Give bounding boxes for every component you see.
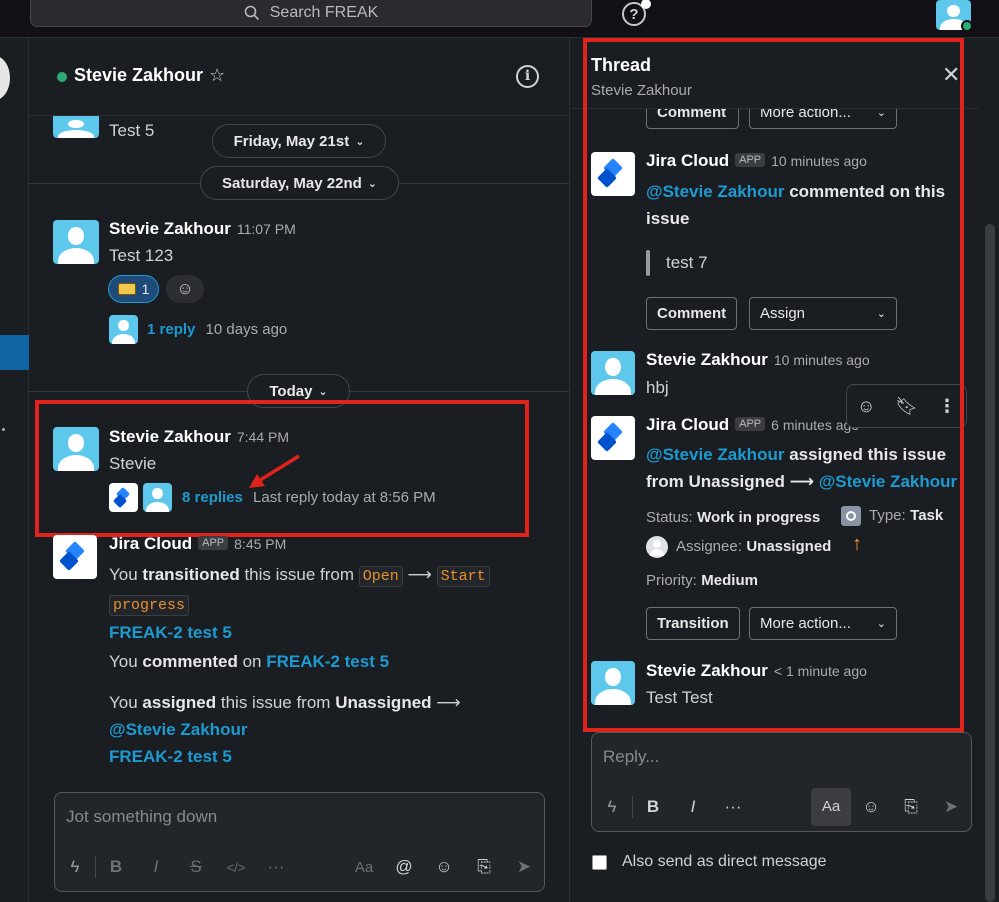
reply-count-link[interactable]: 1 reply <box>147 321 195 338</box>
shortcuts-icon[interactable]: ϟ <box>592 797 632 817</box>
add-reaction-button[interactable]: ☺ <box>166 275 204 303</box>
message-text: Test 123 <box>109 246 174 265</box>
more-formatting-icon[interactable]: ··· <box>256 857 296 877</box>
shortcuts-icon[interactable]: ϟ <box>55 857 95 877</box>
sender-name[interactable]: Stevie Zakhour <box>109 219 231 238</box>
search-placeholder: Search FREAK <box>269 4 379 21</box>
reaction-count: 1 <box>141 281 150 297</box>
channel-header: Stevie Zakhour ☆ i <box>29 38 569 116</box>
timestamp[interactable]: 8:45 PM <box>234 536 286 552</box>
date-label: Saturday, May 22nd <box>222 174 362 192</box>
issue-link[interactable]: FREAK-2 test 5 <box>266 652 389 671</box>
issue-link[interactable]: FREAK-2 test 5 <box>109 623 232 642</box>
date-label: Friday, May 21st <box>233 132 350 150</box>
bold-icon[interactable]: B <box>96 857 136 877</box>
channel-pane: Stevie Zakhour ☆ i Test 5 Friday, May 21… <box>29 38 570 902</box>
also-send-label[interactable]: Also send as direct message <box>622 853 827 871</box>
chevron-down-icon: ⌄ <box>367 177 377 190</box>
attachment-icon[interactable]: ⎘ <box>464 857 504 877</box>
composer-toolbar: ϟ B I ··· Aa ☺ ⎘ ➤ <box>592 783 971 831</box>
avatar <box>109 315 138 344</box>
annotation-highlight-box <box>583 38 964 732</box>
channel-title[interactable]: Stevie Zakhour <box>74 65 203 86</box>
avatar[interactable] <box>53 116 99 138</box>
text-part: on <box>242 652 262 671</box>
message-composer[interactable]: Jot something down ϟ B I S </> ··· Aa @ … <box>54 792 545 892</box>
strikethrough-icon[interactable]: S <box>176 857 216 877</box>
more-formatting-icon[interactable]: ··· <box>713 797 753 817</box>
sidebar-selected-item[interactable] <box>0 335 29 370</box>
jira-logo-icon[interactable] <box>53 535 97 579</box>
formatting-toggle-icon[interactable]: Aa <box>811 788 851 826</box>
text-part: this issue from <box>220 693 331 712</box>
text-part: Unassigned <box>335 693 432 712</box>
add-emoji-icon: ☺ <box>176 279 194 298</box>
reply-placeholder: Reply... <box>603 747 660 766</box>
annotation-highlight-box <box>35 400 529 537</box>
date-pill[interactable]: Saturday, May 22nd ⌄ <box>200 166 399 200</box>
reply-composer[interactable]: Reply... ϟ B I ··· Aa ☺ ⎘ ➤ <box>591 732 972 832</box>
top-bar: Search FREAK ? <box>0 0 999 38</box>
search-bar[interactable]: Search FREAK <box>30 0 592 27</box>
app-badge: APP <box>198 536 229 550</box>
message-text: You commented on FREAK-2 test 5 <box>109 652 389 672</box>
notification-dot <box>641 0 651 9</box>
scrollbar-thumb[interactable] <box>985 224 995 902</box>
text-part: this issue from <box>244 565 355 584</box>
avatar[interactable] <box>53 220 99 264</box>
search-icon <box>244 5 259 21</box>
italic-icon[interactable]: I <box>673 797 713 817</box>
star-icon[interactable]: ☆ <box>209 65 225 86</box>
attachment-icon[interactable]: ⎘ <box>891 797 931 817</box>
reaction-chip[interactable]: 1 <box>108 275 159 303</box>
state-code: progress <box>109 595 190 616</box>
emoji-icon[interactable]: ☺ <box>851 797 891 817</box>
user-avatar-button[interactable] <box>936 0 973 32</box>
online-status-dot <box>961 20 973 32</box>
send-icon[interactable]: ➤ <box>931 797 971 817</box>
reply-summary[interactable]: 1 reply 10 days ago <box>147 321 287 338</box>
text-part: You <box>109 565 138 584</box>
emoji-icon[interactable]: ☺ <box>424 857 464 877</box>
user-mention[interactable]: @Stevie Zakhour <box>109 720 247 739</box>
send-icon[interactable]: ➤ <box>504 857 544 877</box>
italic-icon[interactable]: I <box>136 857 176 877</box>
formatting-toggle-icon[interactable]: Aa <box>344 859 384 876</box>
bold-icon[interactable]: B <box>633 797 673 817</box>
timestamp[interactable]: 11:07 PM <box>237 221 296 237</box>
text-part: You <box>109 652 138 671</box>
thread-pane: Thread Stevie Zakhour ✕ Comment More act… <box>571 38 979 902</box>
text-part: commented <box>142 652 238 671</box>
text-part: You <box>109 693 138 712</box>
chevron-down-icon: ⌄ <box>318 385 328 398</box>
message-header: Stevie Zakhour 11:07 PM <box>109 219 296 239</box>
online-status-dot <box>57 72 67 82</box>
chevron-down-icon: ⌄ <box>355 135 365 148</box>
message-text: Test 5 <box>109 121 155 140</box>
text-part: transitioned <box>142 565 240 584</box>
id-card-emoji-icon <box>117 283 136 295</box>
message-text: You assigned this issue from Unassigned … <box>109 689 539 770</box>
composer-toolbar: ϟ B I S </> ··· Aa @ ☺ ⎘ ➤ <box>55 843 544 891</box>
reply-time: 10 days ago <box>205 321 288 338</box>
sender-name[interactable]: Jira Cloud <box>109 534 192 553</box>
text-part: assigned <box>142 693 217 712</box>
mention-icon[interactable]: @ <box>384 857 424 877</box>
arrow-text: ⟶ <box>407 565 432 584</box>
also-send-checkbox[interactable] <box>592 855 607 870</box>
issue-link[interactable]: FREAK-2 test 5 <box>109 747 232 766</box>
state-code: Start <box>436 566 490 587</box>
message-text: You transitioned this issue from Open ⟶ … <box>109 561 539 646</box>
date-label: Today <box>269 382 313 400</box>
workspace-icon[interactable] <box>0 56 10 100</box>
info-icon[interactable]: i <box>516 65 539 88</box>
code-icon[interactable]: </> <box>216 860 256 875</box>
arrow-text: ⟶ <box>436 693 461 712</box>
date-pill[interactable]: Friday, May 21st ⌄ <box>212 124 386 158</box>
composer-placeholder: Jot something down <box>66 807 218 826</box>
workspace-sidebar <box>0 38 29 902</box>
state-code: Open <box>358 566 403 587</box>
sidebar-dot <box>2 428 5 431</box>
message-header: Jira Cloud APP 8:45 PM <box>109 534 286 554</box>
